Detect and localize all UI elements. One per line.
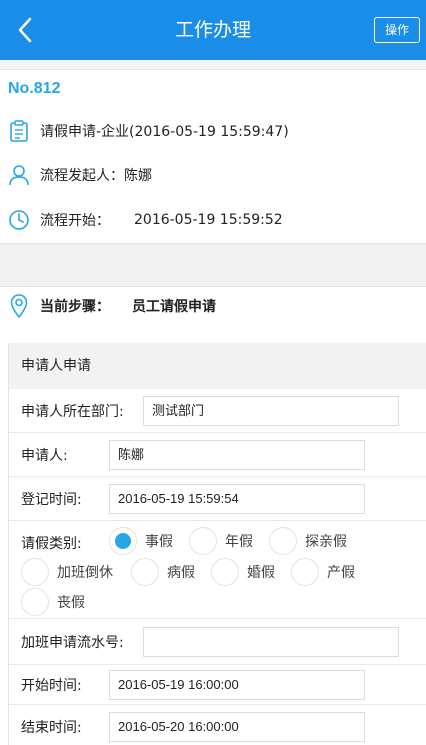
initiator-value: 陈娜 <box>124 168 152 184</box>
top-nav-bar: 工作办理 操作 <box>0 0 426 60</box>
leave-type-option[interactable]: 婚假 <box>211 558 275 586</box>
end-time-row: 结束时间: 2016-05-20 16:00:00 <box>9 705 426 745</box>
leave-type-option-label: 丧假 <box>57 595 85 611</box>
initiator-label: 流程发起人： <box>40 168 124 184</box>
user-icon <box>8 164 30 186</box>
section-separator <box>0 243 426 287</box>
current-step-value: 员工请假申请 <box>132 299 216 315</box>
register-time-label: 登记时间: <box>21 492 82 508</box>
request-title-row: 请假申请-企业(2016-05-19 15:59:47) <box>0 116 426 146</box>
leave-type-option[interactable]: 产假 <box>291 558 355 586</box>
leave-type-option-label: 事假 <box>145 534 173 550</box>
start-time-row: 开始时间: 2016-05-19 16:00:00 <box>9 665 426 705</box>
radio-icon <box>291 558 319 586</box>
start-time-label: 开始时间: <box>21 678 82 694</box>
form-section-title: 申请人申请 <box>9 343 426 389</box>
end-time-label: 结束时间: <box>21 720 82 736</box>
current-step-row: 当前步骤： 员工请假申请 <box>0 289 426 323</box>
location-pin-icon <box>8 293 30 319</box>
radio-icon <box>189 527 217 555</box>
action-button[interactable]: 操作 <box>374 17 420 43</box>
leave-type-label: 请假类别: <box>21 536 82 552</box>
header-divider <box>0 60 426 70</box>
start-label: 流程开始： <box>40 213 110 229</box>
request-title: 请假申请-企业(2016-05-19 15:59:47) <box>40 124 289 140</box>
leave-type-option[interactable]: 年假 <box>189 527 253 555</box>
radio-icon <box>211 558 239 586</box>
leave-type-option[interactable]: 探亲假 <box>269 527 347 555</box>
clock-icon <box>8 209 30 231</box>
overtime-no-input[interactable] <box>143 627 399 657</box>
register-time-row: 登记时间: 2016-05-19 15:59:54 <box>9 477 426 521</box>
leave-type-option[interactable]: 丧假 <box>21 588 85 616</box>
leave-type-option-label: 产假 <box>327 565 355 581</box>
start-value: 2016-05-19 15:59:52 <box>134 212 283 228</box>
leave-type-option[interactable]: 加班倒休 <box>21 558 113 586</box>
page-title: 工作办理 <box>174 19 251 41</box>
document-icon <box>8 120 30 142</box>
radio-icon <box>21 588 49 616</box>
leave-type-row: 请假类别: 事假 年假 探亲假 加班倒休 病假 婚假 产假 丧假 <box>9 521 426 619</box>
applicant-input[interactable]: 陈娜 <box>109 440 365 470</box>
initiator-row: 流程发起人： 陈娜 <box>0 160 426 190</box>
applicant-label: 申请人: <box>21 448 68 464</box>
leave-type-option-label: 病假 <box>167 565 195 581</box>
current-step-label: 当前步骤： <box>40 299 110 315</box>
overtime-no-row: 加班申请流水号: <box>9 619 426 665</box>
leave-type-option[interactable]: 病假 <box>131 558 195 586</box>
leave-type-option-label: 探亲假 <box>305 534 347 550</box>
start-time-input[interactable]: 2016-05-19 16:00:00 <box>109 670 365 700</box>
department-input[interactable]: 测试部门 <box>143 396 399 426</box>
leave-type-option-label: 婚假 <box>247 565 275 581</box>
radio-icon <box>21 558 49 586</box>
department-label: 申请人所在部门: <box>21 404 124 420</box>
register-time-input[interactable]: 2016-05-19 15:59:54 <box>109 484 365 514</box>
leave-type-option-label: 加班倒休 <box>57 565 113 581</box>
applicant-row: 申请人: 陈娜 <box>9 433 426 477</box>
department-row: 申请人所在部门: 测试部门 <box>9 389 426 433</box>
radio-selected-icon <box>109 527 137 555</box>
record-number: No.812 <box>8 80 61 97</box>
leave-type-option-label: 年假 <box>225 534 253 550</box>
overtime-no-label: 加班申请流水号: <box>21 635 124 651</box>
radio-icon <box>131 558 159 586</box>
radio-icon <box>269 527 297 555</box>
start-row: 流程开始： 2016-05-19 15:59:52 <box>0 205 426 235</box>
leave-type-option[interactable]: 事假 <box>109 527 173 555</box>
application-form: 申请人申请 申请人所在部门: 测试部门 申请人: 陈娜 登记时间: 2016-0… <box>8 343 426 745</box>
end-time-input[interactable]: 2016-05-20 16:00:00 <box>109 712 365 742</box>
